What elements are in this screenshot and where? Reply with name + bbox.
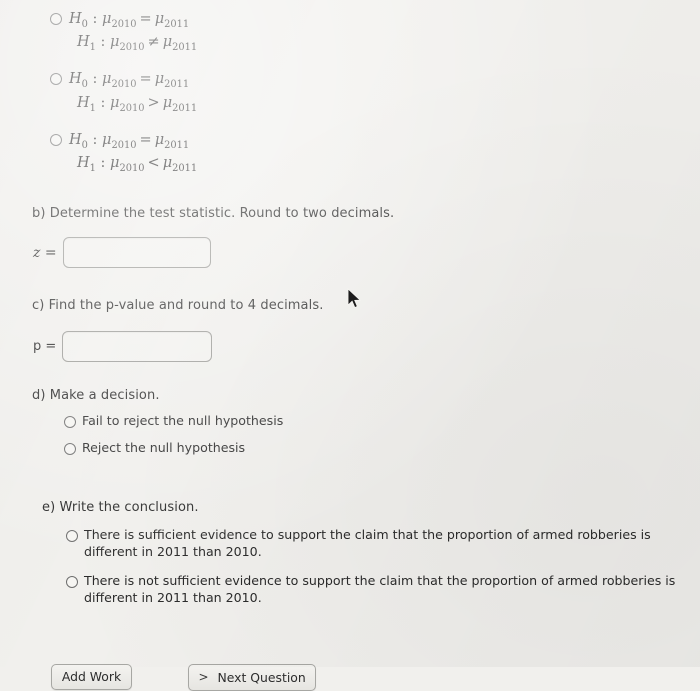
radio-button-icon[interactable] [50,133,62,146]
null-symbol: H [69,11,82,27]
part-b-prompt: b) Determine the test statistic. Round t… [32,206,395,222]
conclusion-choice-label: There is sufficient evidence to support … [84,527,651,559]
null-hypothesis-line: H0 : μ2010 = μ2011 [69,71,190,91]
mu-left-subscript: 2010 [119,42,145,54]
alt-subscript: 1 [89,102,96,114]
mu-left-subscript: 2010 [111,18,137,30]
hypothesis-option-greater-than[interactable]: H0 : μ2010 = μ2011 H1 : μ2010 > μ2011 [50,69,700,115]
radio-button-icon[interactable] [66,576,78,589]
null-hypothesis-line: H0 : μ2010 = μ2011 [69,131,190,151]
alt-symbol: H [77,34,90,51]
mu-right: μ [154,71,165,88]
conclusion-choice-label: There is not sufficient evidence to supp… [84,573,676,606]
mu-left-subscript: 2010 [119,162,145,174]
null-symbol: H [69,131,82,148]
conclusion-choice-not-sufficient[interactable]: There is not sufficient evidence to supp… [66,573,700,606]
hypothesis-option-label: H0 : μ2010 = μ2011 H1 : μ2010 ≠ μ2011 [69,9,197,55]
null-subscript: 0 [81,79,88,91]
mu-right: μ [154,131,165,148]
mu-right-subscript: 2011 [164,79,190,91]
alt-operator: < [147,154,160,171]
mu-left-subscript: 2010 [111,139,137,151]
mu-right-subscript: 2011 [172,162,198,174]
null-operator: = [139,71,152,88]
radio-button-icon[interactable] [64,416,76,429]
p-value-label: p = [33,339,57,355]
p-value-input[interactable] [62,331,213,363]
chevron-right-icon: > [198,670,209,685]
mu-right-subscript: 2011 [172,42,198,54]
hypothesis-option-not-equal[interactable]: H0 : μ2010 = μ2011 H1 : μ2010 ≠ μ2011 [50,9,700,55]
alt-subscript: 1 [89,42,96,54]
hypothesis-options-group: H0 : μ2010 = μ2011 H1 : μ2010 ≠ μ2011 H0 : μ… [0,0,700,176]
hypothesis-option-less-than[interactable]: H0 : μ2010 = μ2011 H1 : μ2010 < μ2011 [50,130,700,176]
p-value-field-row: p = [33,331,700,363]
radio-button-icon[interactable] [50,13,62,25]
mu-right: μ [162,94,173,111]
null-hypothesis-line: H0 : μ2010 = μ2011 [69,11,190,30]
alt-subscript: 1 [89,162,96,174]
null-subscript: 0 [81,18,88,30]
alt-operator: ≠ [147,34,160,51]
mu-right: μ [162,34,173,51]
null-subscript: 0 [81,139,88,151]
radio-button-icon[interactable] [66,530,78,543]
hypothesis-option-label: H0 : μ2010 = μ2011 H1 : μ2010 > μ2011 [69,69,197,115]
next-question-button-label: Next Question [217,669,306,685]
radio-button-icon[interactable] [50,73,62,86]
test-statistic-label: z = [33,244,57,261]
alt-symbol: H [77,94,90,111]
add-work-button[interactable]: Add Work [51,663,132,690]
radio-button-icon[interactable] [64,442,76,455]
mu-left-subscript: 2010 [119,102,145,114]
alt-symbol: H [77,154,90,171]
mu-right-subscript: 2011 [164,18,190,30]
mu-right: μ [162,154,173,171]
hypothesis-option-label: H0 : μ2010 = μ2011 H1 : μ2010 < μ2011 [69,130,197,176]
decision-choice-label: Reject the null hypothesis [82,439,246,455]
alt-hypothesis-line: H1 : μ2010 ≠ μ2011 [77,34,198,54]
part-e-prompt: e) Write the conclusion. [42,500,199,516]
next-question-button[interactable]: > Next Question [188,663,317,691]
mu-right: μ [154,11,165,27]
add-work-button-label: Add Work [61,669,122,685]
decision-choice-reject[interactable]: Reject the null hypothesis [64,440,700,457]
part-c-prompt: c) Find the p-value and round to 4 decim… [32,298,324,314]
null-symbol: H [69,71,82,88]
alt-hypothesis-line: H1 : μ2010 < μ2011 [77,154,198,174]
conclusion-choices-group: There is sufficient evidence to support … [66,527,700,606]
decision-choice-label: Fail to reject the null hypothesis [82,413,284,429]
mu-left-subscript: 2010 [111,79,137,91]
null-operator: = [139,11,152,27]
decision-choice-fail-to-reject[interactable]: Fail to reject the null hypothesis [64,413,700,430]
conclusion-choice-sufficient[interactable]: There is sufficient evidence to support … [66,527,700,560]
test-statistic-input[interactable] [62,237,211,269]
part-d-prompt: d) Make a decision. [32,388,160,404]
mu-right-subscript: 2011 [172,102,198,114]
decision-choices-group: Fail to reject the null hypothesis Rejec… [64,413,700,456]
test-statistic-field-row: z = [33,237,700,269]
mu-right-subscript: 2011 [164,139,190,151]
null-operator: = [139,131,152,148]
alt-operator: > [147,94,160,111]
alt-hypothesis-line: H1 : μ2010 > μ2011 [77,94,198,114]
question-page: H0 : μ2010 = μ2011 H1 : μ2010 ≠ μ2011 H0 : μ… [0,0,700,691]
